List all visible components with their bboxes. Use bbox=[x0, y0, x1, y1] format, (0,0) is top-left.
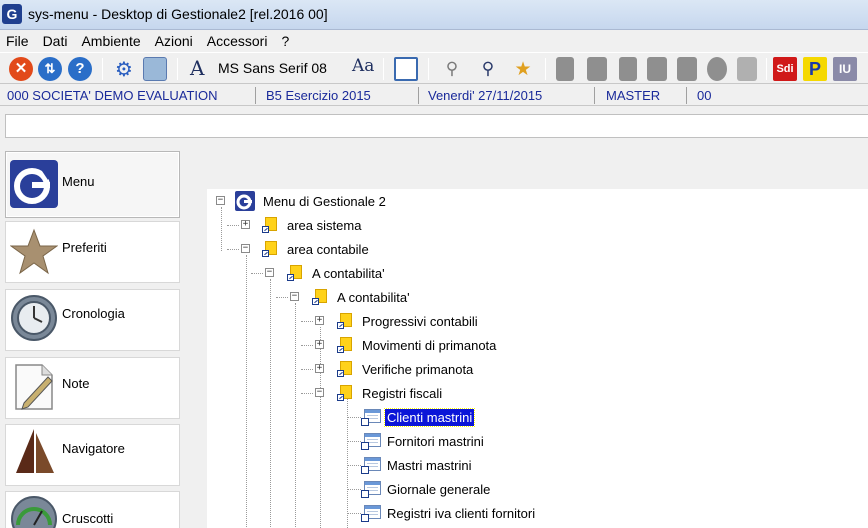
folder-icon bbox=[287, 265, 303, 281]
tree-item-progressivi-contabili[interactable]: Progressivi contabili bbox=[360, 311, 480, 331]
nav-item-note[interactable]: Note bbox=[5, 357, 180, 419]
status-date: Venerdi' 27/11/2015 bbox=[428, 88, 543, 103]
font-name-label: MS Sans Serif 08 bbox=[218, 60, 327, 76]
help-icon[interactable]: ? bbox=[68, 57, 92, 81]
menu-ambiente[interactable]: Ambiente bbox=[74, 33, 147, 49]
nav-item-preferiti[interactable]: Preferiti bbox=[5, 221, 180, 283]
p-icon[interactable]: P bbox=[803, 57, 827, 81]
tree-item-root[interactable]: Menu di Gestionale 2 bbox=[235, 191, 388, 211]
toolbar-gray-icon-7[interactable] bbox=[737, 57, 757, 81]
status-bar: 000 SOCIETA' DEMO EVALUATION B5 Esercizi… bbox=[0, 85, 868, 106]
status-exercise: B5 Esercizio 2015 bbox=[266, 88, 371, 103]
toolbar-gray-icon-3[interactable] bbox=[619, 57, 637, 81]
form-icon bbox=[361, 457, 381, 474]
toolbar: ✕ ⇅ ? ⚙ A MS Sans Serif 08 Aa ⚲ ⚲ ★ Sdi … bbox=[0, 52, 868, 84]
nav-item-cronologia[interactable]: Cronologia bbox=[5, 289, 180, 351]
form-icon bbox=[361, 433, 381, 450]
nav-item-navigatore[interactable]: Navigatore bbox=[5, 424, 180, 486]
tree-collapse-root[interactable]: − bbox=[216, 196, 225, 205]
star-add-icon[interactable]: ★ bbox=[511, 57, 535, 81]
folder-icon bbox=[337, 385, 353, 401]
command-input[interactable] bbox=[5, 114, 868, 138]
font-icon[interactable]: A bbox=[190, 56, 204, 80]
form-icon bbox=[361, 409, 381, 426]
settings-icon[interactable]: ⚙ bbox=[112, 57, 136, 81]
sync-icon[interactable]: ⇅ bbox=[38, 57, 62, 81]
tree-item-clienti-mastrini[interactable]: Clienti mastrini bbox=[383, 407, 476, 427]
toolbar-gray-icon-6[interactable] bbox=[707, 57, 727, 81]
menu-bar: File Dati Ambiente Azioni Accessori ? bbox=[0, 30, 868, 52]
tree-expand-verifiche[interactable]: + bbox=[315, 364, 324, 373]
folder-icon bbox=[262, 217, 278, 233]
tree-expand-movimenti[interactable]: + bbox=[315, 340, 324, 349]
window-title: sys-menu - Desktop di Gestionale2 [rel.2… bbox=[28, 6, 328, 22]
nav-label-menu: Menu bbox=[62, 174, 95, 189]
sdi-icon[interactable]: Sdi bbox=[773, 57, 797, 81]
nav-label-note: Note bbox=[62, 376, 90, 391]
toolbar-gray-icon-5[interactable] bbox=[677, 57, 697, 81]
tree-item-area-sistema[interactable]: area sistema bbox=[285, 215, 363, 235]
folder-icon bbox=[337, 313, 353, 329]
status-code: 00 bbox=[697, 88, 712, 103]
tree-collapse-area-contabile[interactable]: − bbox=[241, 244, 250, 253]
tree-item-registri-fiscali[interactable]: Registri fiscali bbox=[360, 383, 444, 403]
nav-item-cruscotti[interactable]: Cruscotti bbox=[5, 491, 180, 528]
folder-icon bbox=[337, 361, 353, 377]
nav-label-navigatore: Navigatore bbox=[62, 441, 125, 456]
form-icon bbox=[361, 481, 381, 498]
tree-item-area-contabile[interactable]: area contabile bbox=[285, 239, 371, 259]
tree-expand-progressivi[interactable]: + bbox=[315, 316, 324, 325]
status-user: MASTER bbox=[606, 88, 661, 103]
tree-collapse-registri[interactable]: − bbox=[315, 388, 324, 397]
nav-label-preferiti: Preferiti bbox=[62, 240, 107, 255]
tree-item-mastri-mastrini[interactable]: Mastri mastrini bbox=[385, 455, 474, 475]
nav-label-cruscotti: Cruscotti bbox=[62, 511, 114, 526]
tree-item-giornale-generale[interactable]: Giornale generale bbox=[385, 479, 492, 499]
clock-icon bbox=[10, 294, 58, 342]
toolbar-gray-icon-1[interactable] bbox=[556, 57, 574, 81]
tree-item-verifiche-primanota[interactable]: Verifiche primanota bbox=[360, 359, 475, 379]
form-icon bbox=[361, 505, 381, 522]
gestionale-logo-icon bbox=[235, 191, 255, 211]
menu-accessori[interactable]: Accessori bbox=[200, 33, 275, 49]
tree-item-registri-iva[interactable]: Registri iva clienti fornitori bbox=[385, 503, 537, 523]
folder-icon bbox=[312, 289, 328, 305]
tree-item-contabilita-1[interactable]: A contabilita' bbox=[310, 263, 387, 283]
title-bar: G sys-menu - Desktop di Gestionale2 [rel… bbox=[0, 0, 868, 30]
status-company: 000 SOCIETA' DEMO EVALUATION bbox=[7, 88, 218, 103]
sail-icon bbox=[10, 427, 58, 475]
font-size-icon[interactable]: Aa bbox=[352, 56, 374, 76]
toolbar-gray-icon-4[interactable] bbox=[647, 57, 667, 81]
tree-label: Menu di Gestionale 2 bbox=[263, 193, 386, 209]
gestionale-logo-icon bbox=[10, 160, 58, 208]
tree-collapse-contabilita-2[interactable]: − bbox=[290, 292, 299, 301]
close-icon[interactable]: ✕ bbox=[9, 57, 33, 81]
menu-azioni[interactable]: Azioni bbox=[148, 33, 200, 49]
binoculars-search-icon[interactable]: ⚲ bbox=[476, 57, 500, 81]
gauge-icon bbox=[10, 495, 58, 528]
toolbar-gray-icon-2[interactable] bbox=[587, 57, 607, 81]
app-logo-icon: G bbox=[2, 4, 22, 24]
folder-icon bbox=[337, 337, 353, 353]
calculator-icon[interactable] bbox=[143, 57, 167, 81]
tree-expand-area-sistema[interactable]: + bbox=[241, 220, 250, 229]
menu-help[interactable]: ? bbox=[274, 33, 296, 49]
tree-item-contabilita-2[interactable]: A contabilita' bbox=[335, 287, 412, 307]
nav-item-menu[interactable]: Menu bbox=[5, 151, 180, 218]
note-pencil-icon bbox=[10, 363, 58, 411]
tree-item-fornitori-mastrini[interactable]: Fornitori mastrini bbox=[385, 431, 486, 451]
tree-collapse-contabilita-1[interactable]: − bbox=[265, 268, 274, 277]
menu-file[interactable]: File bbox=[0, 33, 36, 49]
menu-tree: − + − − − + + + − Menu di Gestionale 2 a… bbox=[207, 189, 868, 528]
folder-icon bbox=[262, 241, 278, 257]
window-icon[interactable] bbox=[394, 57, 418, 81]
iu-icon[interactable]: IU bbox=[833, 57, 857, 81]
star-icon bbox=[9, 228, 59, 276]
menu-dati[interactable]: Dati bbox=[36, 33, 75, 49]
nav-label-cronologia: Cronologia bbox=[62, 306, 125, 321]
binoculars-icon[interactable]: ⚲ bbox=[440, 57, 464, 81]
tree-item-movimenti-primanota[interactable]: Movimenti di primanota bbox=[360, 335, 498, 355]
